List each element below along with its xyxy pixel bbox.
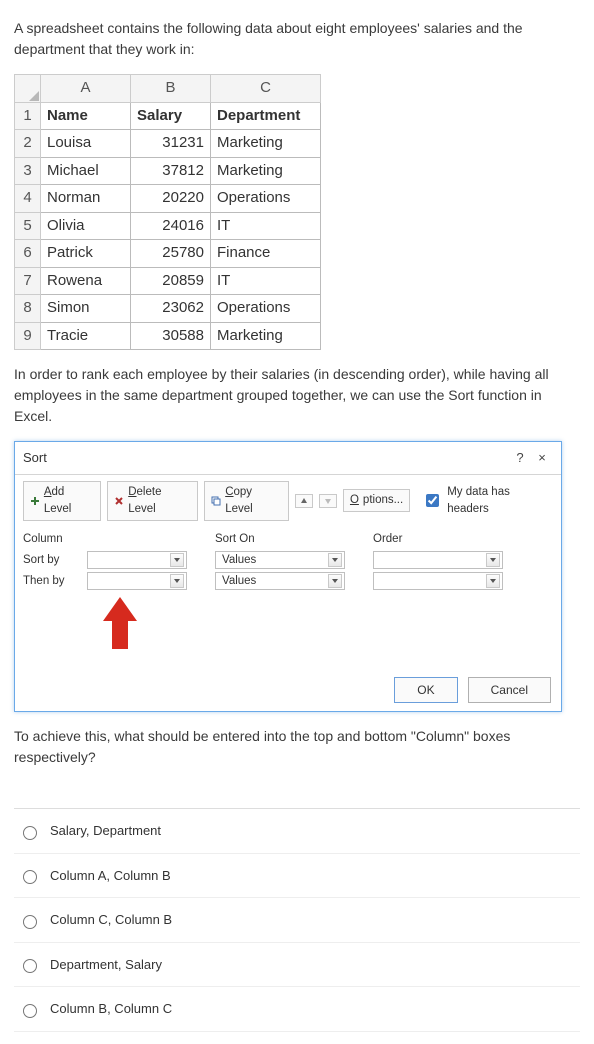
cell: Patrick <box>41 240 131 268</box>
cell: IT <box>211 212 321 240</box>
dialog-toolbar: Add Level Delete Level Copy Level Option… <box>15 475 561 528</box>
row-header: 1 <box>15 102 41 130</box>
cell: Norman <box>41 185 131 213</box>
cell: Marketing <box>211 322 321 350</box>
cell: Tracie <box>41 322 131 350</box>
cell: Marketing <box>211 130 321 158</box>
cell: Louisa <box>41 130 131 158</box>
grid-col-column: Column <box>23 531 83 548</box>
close-button[interactable]: × <box>531 448 553 468</box>
row-header: 3 <box>15 157 41 185</box>
dropdown[interactable]: Values <box>215 551 345 569</box>
cell: Rowena <box>41 267 131 295</box>
dropdown[interactable] <box>373 572 503 590</box>
spreadsheet-table: A B C 1NameSalaryDepartment2Louisa31231M… <box>14 74 321 350</box>
answer-option[interactable]: Column B, Column C <box>14 987 580 1032</box>
cancel-button[interactable]: Cancel <box>468 677 551 703</box>
sorton-value: Values <box>218 573 328 590</box>
answer-radio[interactable] <box>23 959 37 973</box>
answer-option[interactable]: Salary, Department <box>14 809 580 854</box>
dialog-title: Sort <box>23 448 509 468</box>
chevron-up-icon <box>300 497 308 505</box>
sorton-value: Values <box>218 552 328 569</box>
headers-text: My data has headers <box>447 484 553 519</box>
copy-icon <box>211 496 221 506</box>
cell: Finance <box>211 240 321 268</box>
cell: Simon <box>41 295 131 323</box>
answer-radio[interactable] <box>23 870 37 884</box>
chevron-down-icon <box>324 497 332 505</box>
row-header: 7 <box>15 267 41 295</box>
headers-checkbox[interactable] <box>426 494 439 507</box>
cell: 31231 <box>131 130 211 158</box>
cell: 20859 <box>131 267 211 295</box>
cell: 24016 <box>131 212 211 240</box>
sort-row-label: Sort by <box>23 552 83 569</box>
sort-row-label: Then by <box>23 573 83 590</box>
cell: Michael <box>41 157 131 185</box>
row-header: 8 <box>15 295 41 323</box>
cell: Operations <box>211 295 321 323</box>
cell: Name <box>41 102 131 130</box>
dialog-footer: OK Cancel <box>15 669 561 711</box>
ok-button[interactable]: OK <box>394 677 457 703</box>
answer-text: Department, Salary <box>50 955 162 975</box>
move-up-button[interactable] <box>295 494 313 508</box>
cell: Department <box>211 102 321 130</box>
row-header: 6 <box>15 240 41 268</box>
cell: 25780 <box>131 240 211 268</box>
dropdown[interactable] <box>373 551 503 569</box>
dialog-titlebar: Sort ? × <box>15 442 561 475</box>
headers-checkbox-label[interactable]: My data has headers <box>422 484 553 519</box>
middle-text: In order to rank each employee by their … <box>14 364 580 427</box>
row-header: 2 <box>15 130 41 158</box>
copy-level-button[interactable]: Copy Level <box>204 481 289 522</box>
dropdown[interactable] <box>87 572 187 590</box>
delete-level-button[interactable]: Delete Level <box>107 481 198 522</box>
options-button[interactable]: Options... <box>343 489 410 512</box>
cell: Marketing <box>211 157 321 185</box>
intro-text: A spreadsheet contains the following dat… <box>14 18 580 60</box>
answer-radio[interactable] <box>23 1004 37 1018</box>
plus-icon <box>30 496 40 506</box>
x-icon <box>114 496 124 506</box>
sort-dialog: Sort ? × Add Level Delete Level Copy Lev… <box>14 441 562 712</box>
select-all-icon <box>29 91 39 101</box>
answer-text: Column A, Column B <box>50 866 171 886</box>
dropdown[interactable]: Values <box>215 572 345 590</box>
answer-radio[interactable] <box>23 915 37 929</box>
cell: 30588 <box>131 322 211 350</box>
question-text: To achieve this, what should be entered … <box>14 726 580 768</box>
col-header-c: C <box>211 75 321 103</box>
row-header: 5 <box>15 212 41 240</box>
dropdown[interactable] <box>87 551 187 569</box>
answer-text: Column C, Column B <box>50 910 172 930</box>
answer-option[interactable]: Column A, Column B <box>14 854 580 899</box>
cell-corner <box>15 75 41 103</box>
cell: Salary <box>131 102 211 130</box>
answer-option[interactable]: Department, Salary <box>14 943 580 988</box>
sort-grid: Column Sort On Order Sort by Values Then b… <box>15 527 561 669</box>
answer-text: Column B, Column C <box>50 999 172 1019</box>
grid-col-sorton: Sort On <box>215 531 345 548</box>
answer-option[interactable]: Column C, Column B <box>14 898 580 943</box>
cell: 37812 <box>131 157 211 185</box>
cell: Operations <box>211 185 321 213</box>
answer-options: Salary, Department Column A, Column B Colu… <box>14 808 580 1032</box>
grid-col-order: Order <box>373 531 503 548</box>
answer-text: Salary, Department <box>50 821 161 841</box>
cell: 20220 <box>131 185 211 213</box>
row-header: 4 <box>15 185 41 213</box>
move-down-button[interactable] <box>319 494 337 508</box>
col-header-a: A <box>41 75 131 103</box>
col-header-b: B <box>131 75 211 103</box>
row-header: 9 <box>15 322 41 350</box>
cell: IT <box>211 267 321 295</box>
help-button[interactable]: ? <box>509 448 531 468</box>
red-arrow-icon <box>103 597 137 649</box>
cell: Olivia <box>41 212 131 240</box>
answer-radio[interactable] <box>23 826 37 840</box>
add-level-button[interactable]: Add Level <box>23 481 101 522</box>
cell: 23062 <box>131 295 211 323</box>
